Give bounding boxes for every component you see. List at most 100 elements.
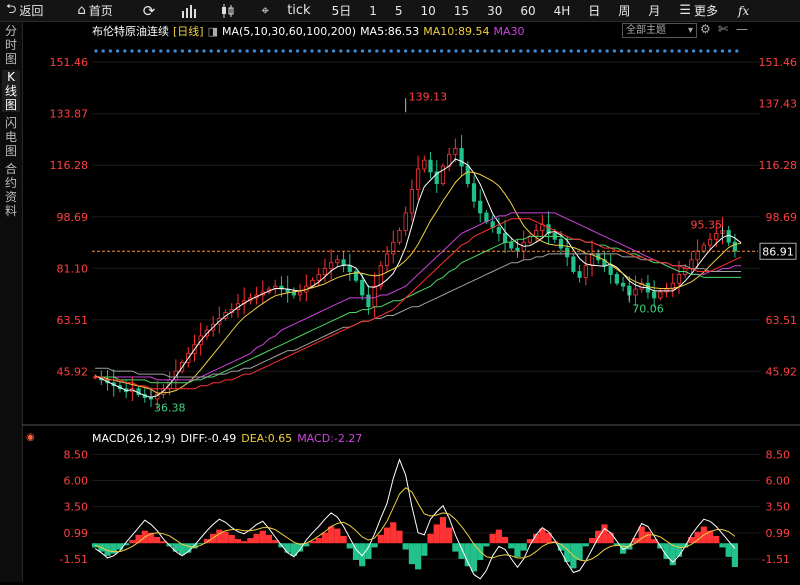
macd-bar [439,517,447,544]
event-marker [533,49,537,53]
macd-bar [315,538,322,544]
macd-bar [458,543,465,559]
event-marker [238,49,242,53]
event-marker [332,49,336,53]
event-marker [648,49,653,53]
theme-dropdown[interactable]: 全部主题 ▾ [622,23,697,38]
event-marker [368,49,372,53]
event-marker [216,49,220,53]
macd-bar [514,543,521,557]
macd-y-tick-right: 0.99 [766,527,791,540]
macd-bar [489,533,496,544]
event-marker [555,49,559,53]
macd-bar [427,533,434,544]
event-marker [252,49,256,53]
candle-body [322,268,328,275]
theme-label: 全部主题 [626,25,666,36]
macd-dea: DEA:0.65 [241,432,293,445]
event-marker [627,49,631,53]
event-marker [634,49,638,53]
candle-body [676,274,682,284]
macd-bar [433,524,440,544]
macd-bar [377,534,384,544]
ma-line-ma30 [95,212,742,381]
event-marker [476,49,480,53]
macd-bar [731,543,738,567]
event-marker [353,49,357,53]
chart-header: 布伦特原油连续 [日线] ◨ MA(5,10,30,60,100,200) MA… [92,23,529,39]
event-marker [425,49,429,53]
event-marker [173,49,177,53]
ma-params: MA(5,10,30,60,100,200) [222,24,357,38]
candle-body [484,212,489,223]
kline-chart[interactable]: 151.46 133.87 116.28 98.69 81.10 63.51 45.92 15… [0,0,800,585]
event-marker [584,49,588,53]
macd-bar [607,532,614,544]
ma-settings-icon[interactable]: ◨ [208,25,218,38]
macd-bar [334,528,341,544]
macd-bar [501,536,509,544]
macd-bar [253,533,260,544]
event-marker [288,49,292,53]
macd-bar [228,534,235,544]
candle-body [291,291,296,296]
event-marker [699,49,703,53]
macd-y-tick-right: 3.50 [766,501,791,514]
event-marker [123,49,127,53]
y-tick-right: 45.92 [766,365,798,378]
event-marker [245,49,249,53]
event-marker [677,49,681,53]
macd-bar [675,543,683,557]
event-marker [440,49,444,53]
event-marker [267,49,271,53]
event-marker [641,49,645,53]
candle-body [633,288,638,296]
candle-body [459,148,464,167]
event-marker [382,49,386,53]
y-tick-left: 116.28 [50,159,89,172]
event-marker [454,49,458,53]
event-marker [576,49,581,53]
event-marker [260,49,264,53]
event-marker [663,49,667,53]
event-marker [116,49,120,53]
macd-y-tick-left: 3.50 [64,501,89,514]
event-marker [411,49,415,53]
macd-y-tick-right: -1.51 [762,553,790,566]
event-marker [188,49,192,53]
indicator-settings-icon[interactable]: ◉ [26,432,35,443]
macd-bar [713,535,720,544]
y-tick-left: 81.10 [57,262,89,275]
event-marker [375,49,379,53]
macd-bar [520,543,527,551]
candle-body [453,148,458,155]
macd-bar [452,543,459,552]
annotation-label: 139.13 [409,90,448,103]
event-marker [324,49,328,53]
event-marker [562,49,566,53]
event-marker [483,49,487,53]
macd-bar [644,531,652,544]
minimize-icon[interactable]: — [736,22,748,36]
y-tick-left: 151.46 [50,56,89,69]
scissors-icon[interactable]: ✄ [718,22,728,36]
macd-bar [284,543,291,553]
candle-body [695,250,700,261]
settings-icon[interactable]: ⚙ [700,22,711,36]
event-marker [202,49,206,53]
macd-bar [340,535,347,544]
event-marker [310,49,314,53]
instrument-name: 布伦特原油连续 [92,25,169,38]
macd-bar [396,530,403,544]
event-marker [396,49,400,53]
candle-body [335,259,340,264]
ma5-value: MA5:86.53 [360,24,420,38]
macd-bar [588,538,596,544]
candle-body [515,247,520,252]
candle-body [558,238,564,249]
event-marker [224,49,228,53]
candle-body [658,291,663,299]
event-marker [540,49,545,53]
candle-body [620,282,626,287]
candle-body [428,159,433,173]
